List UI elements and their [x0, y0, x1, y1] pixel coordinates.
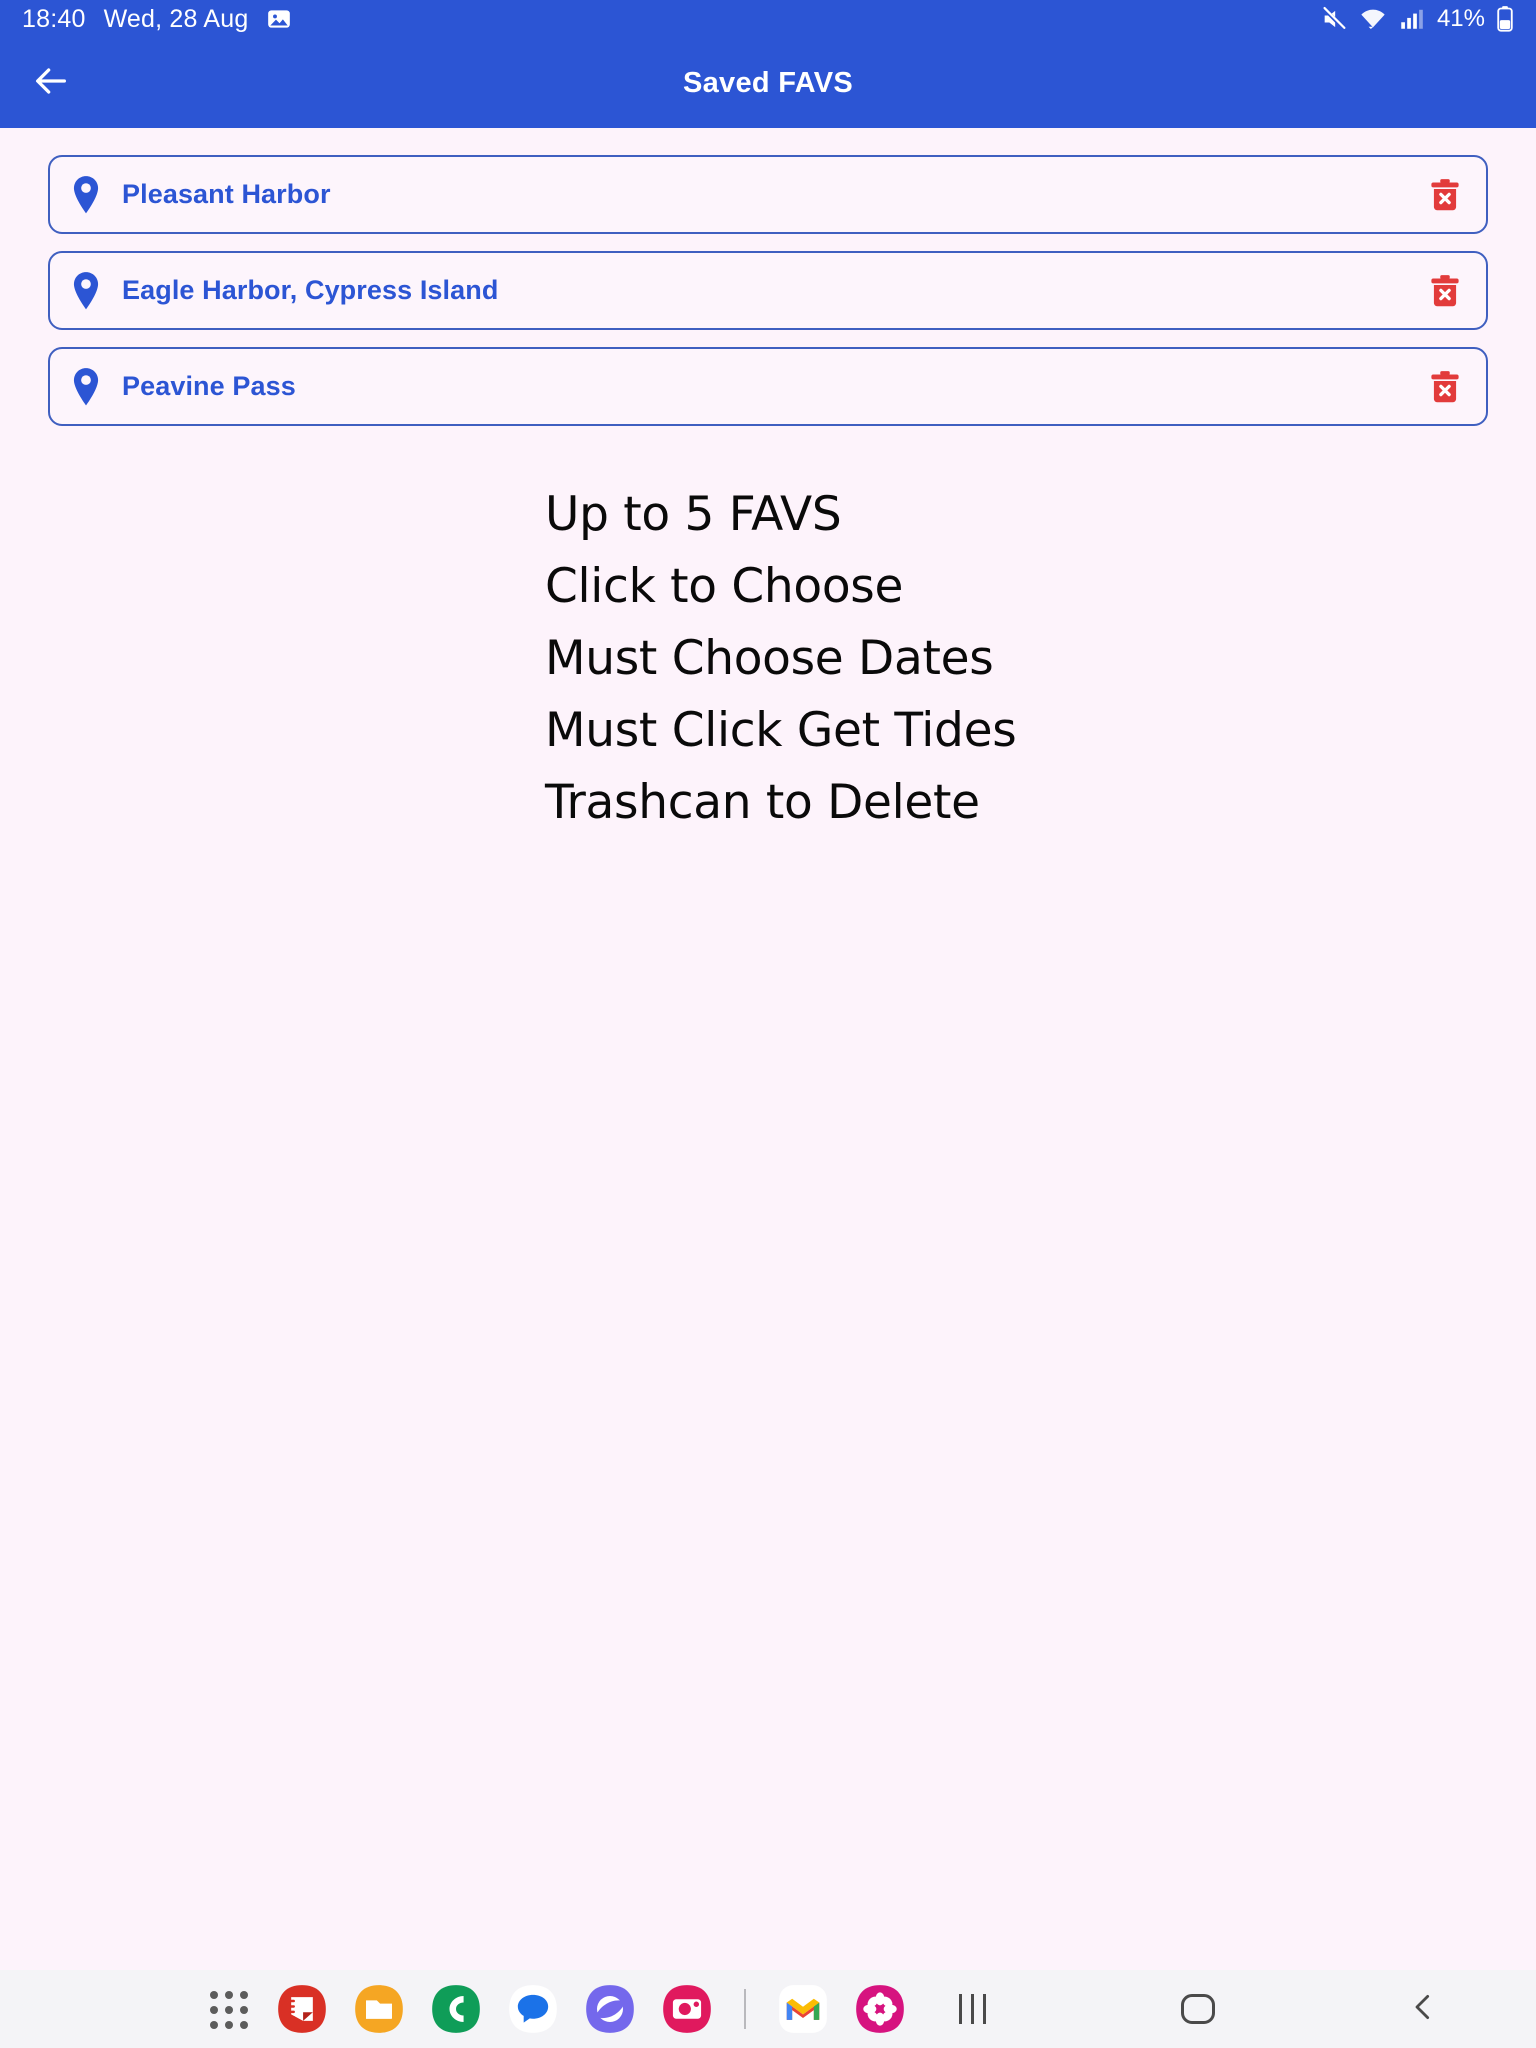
map-pin-icon [64, 269, 108, 313]
image-icon [266, 6, 292, 32]
wifi-icon [1359, 5, 1387, 33]
messages-icon[interactable] [507, 1983, 559, 2035]
battery-icon [1496, 5, 1514, 33]
home-button[interactable] [1163, 1981, 1233, 2037]
app-bar: Saved FAVS [0, 38, 1536, 128]
trash-delete-icon [1431, 370, 1459, 402]
trash-delete-icon [1431, 274, 1459, 306]
status-date: Wed, 28 Aug [103, 4, 249, 33]
apps-grid-icon[interactable] [205, 1986, 251, 2032]
samsung-internet-icon[interactable] [584, 1983, 636, 2035]
my-files-icon[interactable] [353, 1983, 405, 2035]
delete-favorite-button[interactable] [1422, 268, 1468, 314]
status-bar: 18:40 Wed, 28 Aug 41% [0, 0, 1536, 38]
main-content: Pleasant Harbor Eagle Harbor, Cypress Is… [0, 128, 1536, 1970]
taskbar [0, 1970, 1536, 2048]
favorite-name: Pleasant Harbor [122, 179, 331, 209]
navigation-bar [800, 1981, 1536, 2037]
phone-icon[interactable] [430, 1983, 482, 2035]
battery-percent: 41% [1436, 5, 1485, 32]
instruction-line: Click to Choose [545, 559, 904, 614]
favorite-name: Peavine Pass [122, 371, 296, 401]
instruction-line: Must Click Get Tides [545, 703, 1017, 758]
status-bar-right: 41% [1320, 5, 1514, 33]
instructions-block: Up to 5 FAVS Click to Choose Must Choose… [0, 479, 1536, 839]
favorite-row-1[interactable]: Pleasant Harbor [48, 155, 1488, 234]
camera-icon[interactable] [661, 1983, 713, 2035]
map-pin-icon [64, 173, 108, 217]
cellular-signal-icon [1398, 6, 1424, 32]
delete-favorite-button[interactable] [1422, 172, 1468, 218]
mute-icon [1320, 5, 1348, 33]
status-time: 18:40 [22, 4, 86, 33]
instruction-line: Up to 5 FAVS [545, 487, 842, 542]
samsung-notes-icon[interactable] [276, 1983, 328, 2035]
delete-favorite-button[interactable] [1422, 364, 1468, 410]
instruction-line: Must Choose Dates [545, 631, 994, 686]
back-nav-button[interactable] [1388, 1981, 1458, 2037]
favorite-name: Eagle Harbor, Cypress Island [122, 275, 499, 305]
map-pin-icon [64, 365, 108, 409]
back-button[interactable] [24, 56, 78, 110]
page-title: Saved FAVS [682, 66, 854, 99]
favorite-row-2[interactable]: Eagle Harbor, Cypress Island [48, 251, 1488, 330]
favorites-list: Pleasant Harbor Eagle Harbor, Cypress Is… [0, 128, 1536, 426]
favorite-row-3[interactable]: Peavine Pass [48, 347, 1488, 426]
back-icon [1407, 1991, 1439, 2028]
taskbar-divider [744, 1989, 746, 2029]
android-screen: 18:40 Wed, 28 Aug 41% Saved FAVS Pleasan… [0, 0, 1536, 2048]
instruction-line: Trashcan to Delete [545, 775, 980, 830]
home-icon [1180, 1994, 1215, 2024]
trash-delete-icon [1431, 178, 1459, 210]
arrow-left-icon [31, 61, 71, 106]
status-bar-left: 18:40 Wed, 28 Aug [22, 5, 292, 34]
recents-icon [959, 1994, 987, 2024]
recents-button[interactable] [938, 1981, 1008, 2037]
